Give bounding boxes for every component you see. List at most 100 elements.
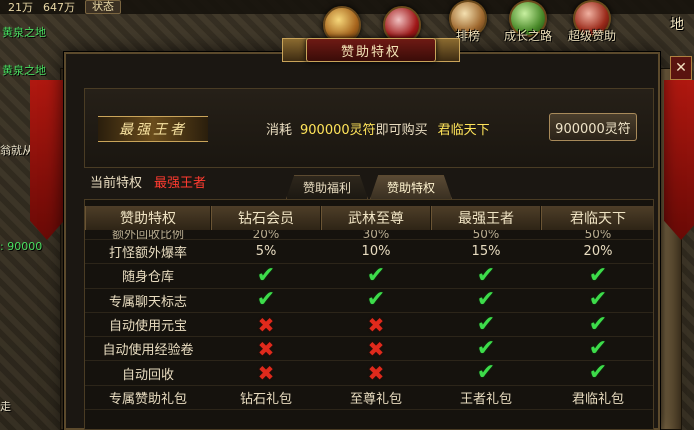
check-icon: ✔ <box>256 287 276 313</box>
table-row: 自动使用元宝 ✖ ✖ ✔ ✔ <box>85 311 653 338</box>
cross-icon: ✖ <box>257 361 275 386</box>
tab-sponsor-privileges[interactable]: 赞助特权 <box>370 175 452 199</box>
table-cell: 10% <box>361 244 391 260</box>
cost-prefix: 消耗 <box>266 123 293 138</box>
privilege-name-cell: 打怪额外爆率 <box>108 246 187 262</box>
table-cell: 君临礼包 <box>571 391 624 407</box>
table-header-cell: 钻石会员 <box>211 206 321 230</box>
value-fragment: : 90000 <box>0 240 43 253</box>
bottom-fragment: 走 <box>0 400 11 413</box>
table-cell: 钻石礼包 <box>239 391 292 407</box>
table-cell: ✔ <box>321 264 431 287</box>
check-icon: ✔ <box>476 335 496 361</box>
table-cell: ✖ <box>211 361 321 384</box>
table-cell: 至尊礼包 <box>349 391 402 407</box>
table-cell: ✔ <box>431 313 541 336</box>
hud-stat-2: 647万 <box>43 1 75 14</box>
table-cell: 15% <box>471 244 501 260</box>
cost-middle: 即可购买 <box>375 123 428 138</box>
table-cell: ✖ <box>321 361 431 384</box>
check-icon: ✔ <box>588 262 608 288</box>
table-cell: ✔ <box>211 264 321 287</box>
table-cell: 5% <box>255 244 277 260</box>
left-banner-decoration <box>30 80 64 240</box>
table-cell: ✔ <box>211 289 321 312</box>
privilege-name-cell: 专属聊天标志 <box>108 294 187 310</box>
table-cell: ✔ <box>541 311 653 337</box>
map-icon-label: 地 <box>670 17 684 33</box>
check-icon: ✔ <box>588 287 608 313</box>
table-body[interactable]: 额外回收比例 20% 30% 50% 50% 打怪额外爆率 5% 10% 15% 20%… <box>85 230 653 411</box>
cost-target-rank: 君临天下 <box>437 123 490 138</box>
check-icon: ✔ <box>588 311 608 337</box>
table-row: 专属赞助礼包 钻石礼包 至尊礼包 王者礼包 君临礼包 <box>85 386 653 411</box>
check-icon: ✔ <box>256 262 276 288</box>
purchase-cost-text: 消耗 900000灵符 即可购买 君临天下 <box>266 119 490 138</box>
check-icon: ✔ <box>476 287 496 313</box>
table-cell: ✔ <box>431 337 541 360</box>
cross-icon: ✖ <box>367 336 385 361</box>
table-cell: 50% <box>472 230 500 240</box>
privilege-name-cell: 随身仓库 <box>121 270 174 286</box>
check-icon: ✔ <box>588 360 608 386</box>
map-icon-button[interactable]: 地 <box>660 0 694 44</box>
table-cell: ✔ <box>541 337 653 360</box>
tab-sponsor-benefits[interactable]: 赞助福利 <box>286 175 368 199</box>
cross-icon: ✖ <box>257 312 275 337</box>
privilege-name-cell: 自动使用元宝 <box>108 319 187 335</box>
title-wing-right-decoration <box>434 38 460 62</box>
table-cell: ✔ <box>431 289 541 312</box>
check-icon: ✔ <box>476 262 496 288</box>
table-header-cell: 赞助特权 <box>85 206 211 230</box>
table-row: 自动回收 ✖ ✖ ✔ ✔ <box>85 360 653 386</box>
table-row: 额外回收比例 20% 30% 50% 50% <box>85 230 653 240</box>
cross-icon: ✖ <box>257 336 275 361</box>
table-row: 专属聊天标志 ✔ ✔ ✔ ✔ <box>85 287 653 313</box>
status-button[interactable]: 状态 <box>85 0 121 14</box>
title-wing-left-decoration <box>282 38 308 62</box>
current-privilege-value: 最强王者 <box>154 176 207 191</box>
table-header-cell: 武林至尊 <box>321 206 431 230</box>
table-cell: 20% <box>583 244 613 260</box>
privilege-table: 赞助特权 钻石会员 武林至尊 最强王者 君临天下 额外回收比例 20% 30% … <box>84 199 654 430</box>
table-cell: ✖ <box>321 337 431 360</box>
table-cell: ✖ <box>211 313 321 336</box>
table-cell: 王者礼包 <box>459 391 512 407</box>
table-cell: 30% <box>362 230 390 240</box>
privilege-name-cell: 自动使用经验卷 <box>102 343 194 359</box>
table-cell: ✔ <box>541 287 653 313</box>
rank-name-plate: 最强王者 <box>98 116 208 142</box>
table-cell: ✔ <box>541 360 653 386</box>
table-cell: ✔ <box>431 264 541 287</box>
dialog-title: 赞助特权 <box>306 38 436 62</box>
check-icon: ✔ <box>366 262 386 288</box>
buy-button[interactable]: 900000灵符 <box>549 113 637 141</box>
right-banner-decoration <box>664 80 694 240</box>
table-header-cell: 君临天下 <box>541 206 653 230</box>
table-row: 随身仓库 ✔ ✔ ✔ ✔ <box>85 262 653 289</box>
check-icon: ✔ <box>476 360 496 386</box>
current-privilege-label: 当前特权 <box>90 176 143 191</box>
table-cell: 额外回收比例 <box>111 230 184 240</box>
super-sponsor-icon-label: 超级赞助 <box>567 29 616 43</box>
current-privilege-line: 当前特权 最强王者 <box>90 172 206 191</box>
cost-amount: 900000灵符 <box>300 123 376 138</box>
check-icon: ✔ <box>366 287 386 313</box>
table-cell: ✔ <box>541 262 653 288</box>
growth-icon-label: 成长之路 <box>503 29 552 43</box>
table-cell: ✔ <box>321 289 431 312</box>
cross-icon: ✖ <box>367 312 385 337</box>
table-cell: ✖ <box>321 313 431 336</box>
table-row: 自动使用经验卷 ✖ ✖ ✔ ✔ <box>85 336 653 362</box>
privilege-name-cell: 自动回收 <box>121 367 174 383</box>
table-header-cell: 最强王者 <box>431 206 541 230</box>
table-header-row: 赞助特权 钻石会员 武林至尊 最强王者 君临天下 <box>85 206 653 230</box>
check-icon: ✔ <box>476 311 496 337</box>
world-location-label: 黄泉之地 <box>2 26 46 39</box>
close-button[interactable]: ✕ <box>670 56 692 80</box>
growth-icon-button[interactable]: 成长之路 <box>500 0 556 44</box>
super-sponsor-icon-button[interactable]: 超级赞助 <box>564 0 620 44</box>
table-row: 打怪额外爆率 5% 10% 15% 20% <box>85 240 653 265</box>
hud-stat-1: 21万 <box>8 1 33 14</box>
cross-icon: ✖ <box>367 361 385 386</box>
